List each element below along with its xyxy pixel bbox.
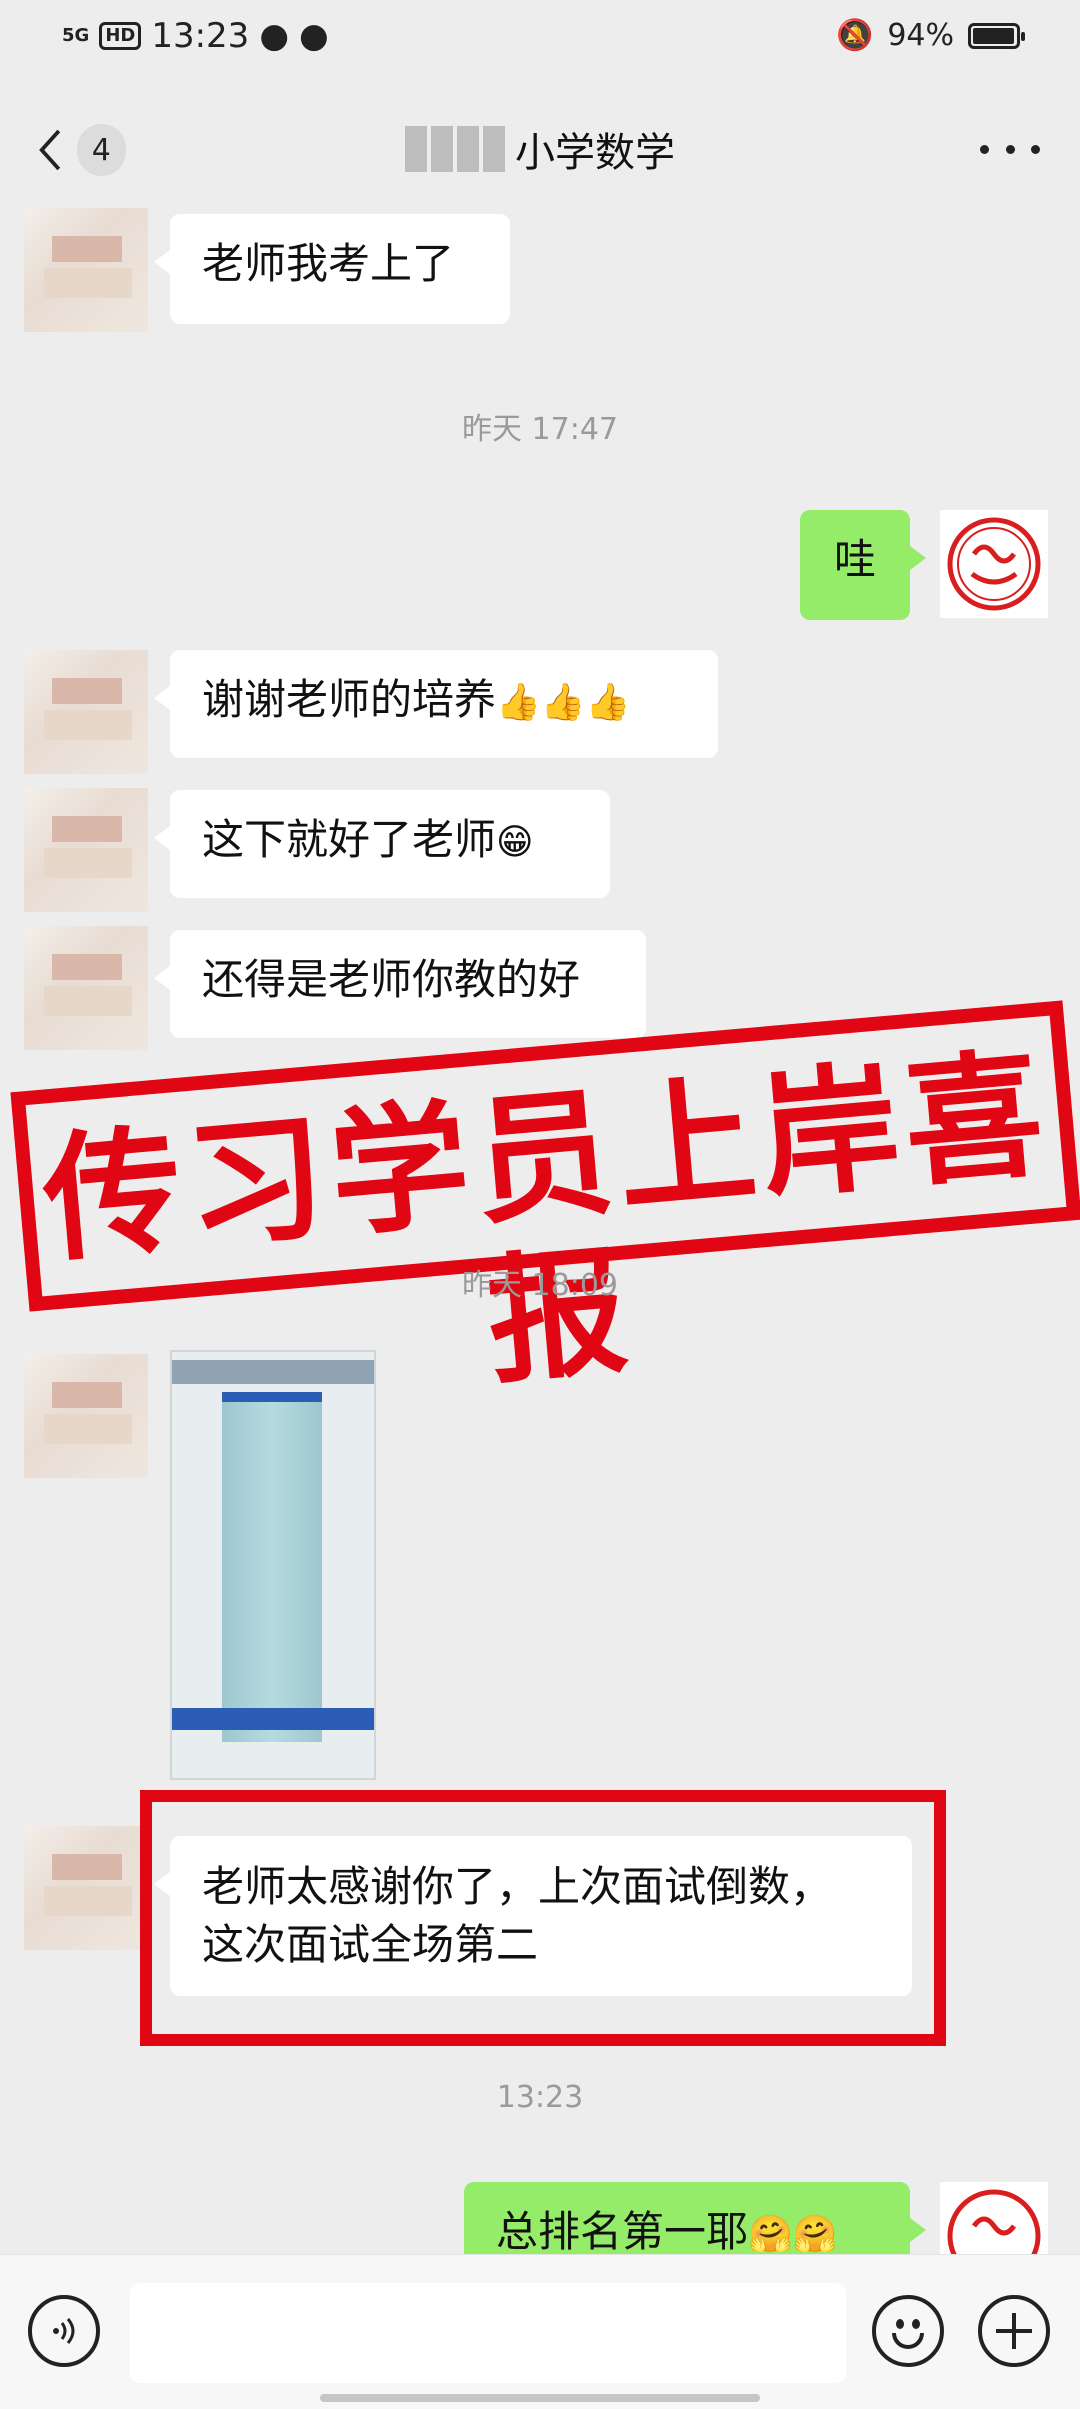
message-icon: ● xyxy=(298,16,329,56)
redacted-name xyxy=(405,126,505,172)
contact-avatar[interactable] xyxy=(24,926,148,1050)
more-icon xyxy=(980,144,989,154)
status-left: 5G HD 13:23 ● ● xyxy=(62,16,329,56)
contact-avatar[interactable] xyxy=(24,788,148,912)
chat-title-text: 小学数学 xyxy=(515,130,675,176)
contact-avatar[interactable] xyxy=(24,650,148,774)
voice-icon xyxy=(53,2318,75,2344)
nav-bar: 4 小学数学 xyxy=(0,90,1080,210)
input-bar xyxy=(0,2254,1080,2409)
contact-avatar[interactable] xyxy=(24,1354,148,1478)
chat-title: 小学数学 xyxy=(0,120,1080,178)
message-bubble[interactable]: 老师太感谢你了，上次面试倒数， 这次面试全场第二 xyxy=(154,1836,912,1996)
message-text: 谢谢老师的培养 xyxy=(202,675,497,724)
status-right: 🔕 94% xyxy=(835,18,1025,53)
contact-avatar[interactable] xyxy=(24,208,148,332)
voice-button[interactable] xyxy=(28,2295,100,2367)
message-text: 这下就好了老师 xyxy=(202,815,497,864)
status-bar: 5G HD 13:23 ● ● 🔕 94% xyxy=(0,0,1080,80)
network-label: 5G xyxy=(62,25,90,46)
seal-avatar-icon xyxy=(947,517,1041,611)
message-text: 老师我考上了 xyxy=(202,239,455,288)
plus-button[interactable] xyxy=(978,2295,1050,2367)
message-text: 还得是老师你教的好 xyxy=(202,955,581,1004)
contact-avatar[interactable] xyxy=(24,1826,148,1950)
more-button[interactable] xyxy=(980,124,1040,174)
emoji-icon xyxy=(896,2319,904,2329)
home-indicator[interactable] xyxy=(320,2394,760,2402)
message-input[interactable] xyxy=(130,2283,846,2383)
wechat-icon: ● xyxy=(259,16,289,56)
message-text-line: 老师太感谢你了，上次面试倒数， xyxy=(202,1862,833,1911)
message-bubble[interactable]: 还得是老师你教的好 xyxy=(154,930,646,1038)
message-text-line: 这次面试全场第二 xyxy=(202,1920,539,1969)
message-text: 总排名第一耶 xyxy=(496,2207,749,2256)
emoji-button[interactable] xyxy=(872,2295,944,2367)
message-text: 哇 xyxy=(833,535,876,584)
timestamp: 13:23 xyxy=(496,2080,584,2115)
thumbs-up-icon: 👍👍👍 xyxy=(496,682,631,723)
battery-fill xyxy=(973,27,1015,44)
grin-icon: 😁 xyxy=(496,822,534,863)
image-message[interactable] xyxy=(170,1350,376,1780)
message-bubble[interactable]: 老师我考上了 xyxy=(154,214,510,324)
my-avatar[interactable] xyxy=(940,510,1048,618)
hd-badge: HD xyxy=(99,22,142,50)
message-bubble[interactable]: 谢谢老师的培养👍👍👍 xyxy=(154,650,718,758)
timestamp: 昨天 18:09 xyxy=(462,1268,618,1303)
battery-icon xyxy=(968,22,1025,49)
message-bubble[interactable]: 这下就好了老师😁 xyxy=(154,790,610,898)
timestamp: 昨天 17:47 xyxy=(462,412,618,447)
battery-percent: 94% xyxy=(887,18,954,53)
mute-icon: 🔕 xyxy=(835,18,874,53)
sent-message-bubble[interactable]: 哇 xyxy=(800,510,926,620)
clock: 13:23 xyxy=(151,16,250,56)
